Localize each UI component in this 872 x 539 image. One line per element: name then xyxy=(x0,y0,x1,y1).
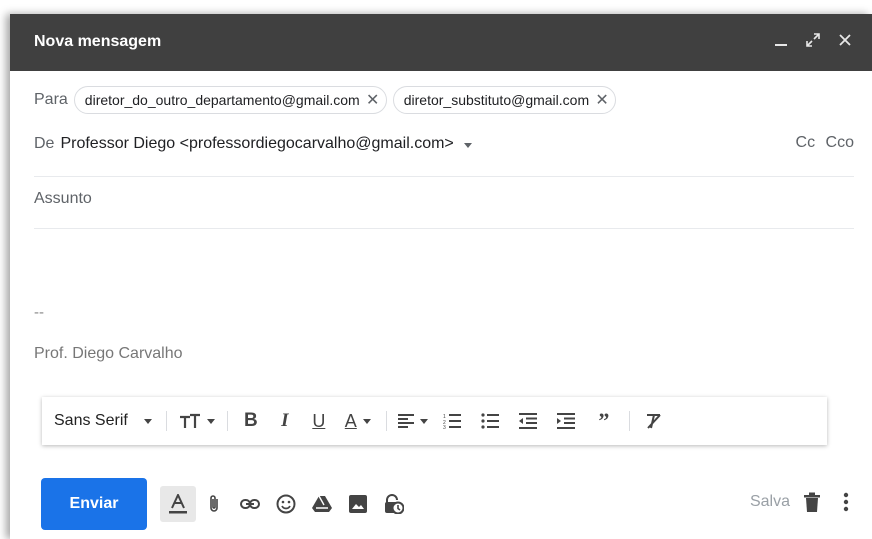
to-row[interactable]: Para diretor_do_outro_departamento@gmail… xyxy=(34,86,854,114)
cc-link[interactable]: Cc xyxy=(796,134,816,151)
trash-icon[interactable] xyxy=(800,490,824,514)
align-icon[interactable] xyxy=(393,397,433,445)
text-color-icon[interactable]: A xyxy=(336,397,380,445)
divider xyxy=(385,411,387,431)
footer-right-tools: Salva xyxy=(750,490,858,514)
expand-icon[interactable] xyxy=(804,30,822,50)
chevron-down-icon xyxy=(419,418,428,424)
recipient-chip[interactable]: diretor_do_outro_departamento@gmail.com … xyxy=(73,86,387,114)
quote-icon[interactable]: ” xyxy=(585,397,623,445)
remove-recipient-icon[interactable]: ✕ xyxy=(595,92,609,109)
divider xyxy=(34,176,854,177)
to-label: Para xyxy=(34,91,68,108)
divider xyxy=(34,228,854,229)
font-select-label: Sans Serif xyxy=(54,412,128,429)
formatting-options-icon[interactable] xyxy=(160,486,196,522)
compose-window: Nova mensagem Para diretor_do_outro_depa… xyxy=(10,14,872,539)
remove-recipient-icon[interactable]: ✕ xyxy=(366,92,380,109)
bcc-link[interactable]: Cco xyxy=(826,134,854,151)
compose-title: Nova mensagem xyxy=(34,33,162,50)
recipient-email: diretor_substituto@gmail.com xyxy=(403,92,590,108)
attach-file-icon[interactable] xyxy=(196,486,232,522)
recipient-email: diretor_do_outro_departamento@gmail.com xyxy=(84,92,360,108)
close-icon[interactable] xyxy=(836,30,854,50)
signature-name: Prof. Diego Carvalho xyxy=(34,345,183,362)
signature-dash: -- xyxy=(34,304,44,321)
svg-text:3: 3 xyxy=(443,425,446,429)
recipient-chip[interactable]: diretor_substituto@gmail.com ✕ xyxy=(392,86,617,114)
chevron-down-icon xyxy=(143,418,152,424)
chevron-down-icon[interactable] xyxy=(463,142,472,148)
indent-more-icon[interactable] xyxy=(547,397,585,445)
from-row: De Professor Diego <professordiegocarval… xyxy=(34,132,854,156)
window-controls xyxy=(772,30,854,50)
confidential-mode-icon[interactable] xyxy=(376,486,412,522)
font-size-icon[interactable] xyxy=(173,397,221,445)
cc-bcc-links: Cc Cco xyxy=(790,134,854,152)
insert-photo-icon[interactable] xyxy=(340,486,376,522)
underline-icon[interactable]: U xyxy=(302,397,336,445)
bold-icon[interactable]: B xyxy=(234,397,268,445)
from-label: De xyxy=(34,135,55,152)
font-select[interactable]: Sans Serif xyxy=(42,397,160,445)
chevron-down-icon xyxy=(362,418,371,424)
italic-icon[interactable]: I xyxy=(268,397,302,445)
indent-less-icon[interactable] xyxy=(509,397,547,445)
chevron-down-icon xyxy=(206,418,215,424)
minimize-icon[interactable] xyxy=(772,30,790,50)
remove-formatting-icon[interactable] xyxy=(636,397,672,445)
send-button[interactable]: Enviar xyxy=(41,478,147,530)
divider xyxy=(165,411,167,431)
numbered-list-icon[interactable]: 123 xyxy=(433,397,471,445)
compose-footer: Enviar Salva xyxy=(10,476,872,530)
more-options-icon[interactable] xyxy=(834,490,858,514)
emoji-icon[interactable] xyxy=(268,486,304,522)
insert-link-icon[interactable] xyxy=(232,486,268,522)
divider xyxy=(628,411,630,431)
from-value[interactable]: Professor Diego <professordiegocarvalho@… xyxy=(60,135,453,153)
subject-field[interactable]: Assunto xyxy=(34,190,854,208)
drive-icon[interactable] xyxy=(304,486,340,522)
footer-tools xyxy=(160,486,412,522)
divider xyxy=(226,411,228,431)
compose-titlebar: Nova mensagem xyxy=(10,14,872,71)
formatting-toolbar: Sans Serif B I U A 123 ” xyxy=(42,397,827,445)
bulleted-list-icon[interactable] xyxy=(471,397,509,445)
saved-status: Salva xyxy=(749,493,790,510)
